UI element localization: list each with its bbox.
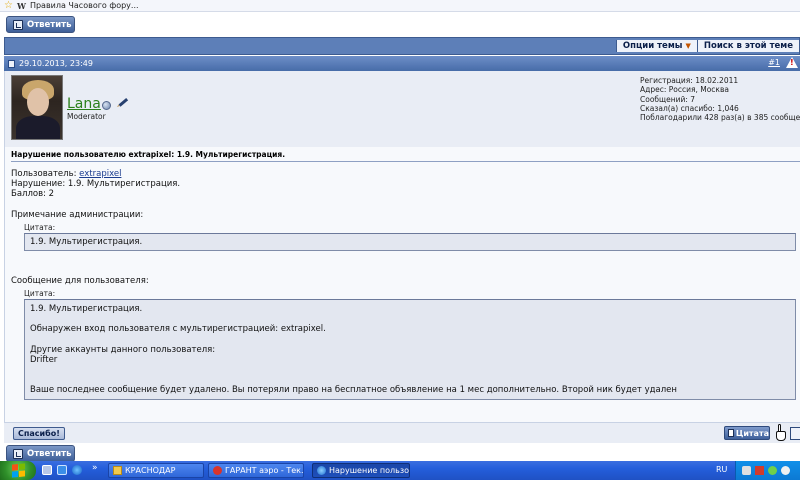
system-tray (735, 461, 800, 480)
post-date: 29.10.2013, 23:49 (19, 59, 93, 68)
start-button[interactable] (0, 461, 36, 480)
author-stat-thanks-given: Сказал(а) спасибо: 1,046 (640, 103, 739, 113)
update-icon[interactable] (768, 466, 777, 475)
favorite-link[interactable]: Правила Часового фору... (30, 1, 139, 10)
language-indicator[interactable]: RU (716, 465, 727, 474)
thanks-button[interactable]: Спасибо! (13, 427, 65, 440)
author-stats: Регистрация: 18.02.2011 Адрес: Россия, М… (640, 76, 800, 122)
internet-explorer-icon[interactable] (72, 465, 82, 475)
quote-button-label: Цитата (735, 428, 769, 438)
thread-search-label: Поиск в этой теме (703, 41, 793, 51)
ie-icon (317, 466, 326, 475)
author-username-link[interactable]: Lana (67, 96, 101, 112)
taskbar-item-garant[interactable]: ГАРАНТ аэро - Тек... (208, 463, 304, 478)
thread-search-menu[interactable]: Поиск в этой теме (696, 40, 799, 52)
post-number-link[interactable]: #1 (768, 58, 780, 67)
reply-icon (13, 19, 23, 30)
site-favicon-icon: W (16, 0, 26, 11)
user-prefix: Пользователь: (11, 169, 80, 179)
avatar[interactable] (11, 75, 63, 140)
post-title: Нарушение пользователю extrapixel: 1.9. … (11, 150, 286, 159)
quote-icon (728, 429, 734, 437)
author-stat-thanks-received: Поблагодарили 428 раз(а) в 385 сообщени (640, 113, 800, 123)
violator-user-link[interactable]: extrapixel (79, 169, 121, 179)
quote-button[interactable]: Цитата (724, 426, 770, 440)
favorites-bar: ☆ W Правила Часового фору... (0, 0, 800, 12)
admin-note-text: 1.9. Мультирегистрация. (30, 237, 143, 247)
quote-line: Другие аккаунты данного пользователя: (30, 345, 216, 355)
quote-line: 1.9. Мультирегистрация. (30, 304, 143, 314)
taskbar-item-label: Нарушение пользо... (329, 466, 410, 475)
post-header: 29.10.2013, 23:49 #1 (4, 56, 800, 71)
taskbar-item-folder[interactable]: КРАСНОДАР (108, 463, 204, 478)
windows-logo-icon (11, 463, 25, 478)
favorites-star-icon[interactable]: ☆ (4, 0, 13, 11)
taskbar-item-label: ГАРАНТ аэро - Тек... (225, 466, 304, 475)
offline-status-icon (102, 101, 111, 110)
reply-button-label: Ответить (27, 448, 72, 459)
dropdown-arrow-icon: ▼ (685, 42, 691, 50)
quote-label: Цитата: (24, 223, 56, 232)
quote-line: Ваше последнее сообщение будет удалено. … (30, 385, 677, 395)
post-status-icon (8, 59, 15, 68)
thread-tools-bar: Опции темы ▼ Поиск в этой теме (4, 37, 800, 55)
user-message-quote: 1.9. Мультирегистрация. Обнаружен вход п… (24, 299, 796, 400)
violation-points: Баллов: 2 (11, 189, 55, 199)
multiquote-icon[interactable] (790, 427, 800, 440)
reply-button-label: Ответить (27, 19, 72, 30)
reply-button-top[interactable]: Ответить (6, 16, 75, 33)
thread-options-menu[interactable]: Опции темы ▼ (615, 40, 697, 52)
volume-icon[interactable] (781, 466, 790, 475)
reply-button-bottom[interactable]: Ответить (6, 445, 75, 462)
post-footer: Спасибо! Цитата (4, 422, 800, 443)
post-author-info: Lana Moderator Регистрация: 18.02.2011 А… (4, 71, 800, 147)
reply-icon (13, 448, 23, 459)
thread-options-label: Опции темы (622, 41, 683, 51)
quote-label: Цитата: (24, 289, 56, 298)
title-divider (11, 161, 800, 162)
quote-line: Обнаружен вход пользователя с мультиреги… (30, 324, 326, 334)
post-body: Нарушение пользователю extrapixel: 1.9. … (4, 147, 800, 422)
author-stat-address: Адрес: Россия, Москва (640, 85, 729, 95)
author-stat-registration: Регистрация: 18.02.2011 (640, 76, 739, 85)
violation-rule: Нарушение: 1.9. Мультирегистрация. (11, 179, 181, 189)
taskbar: » КРАСНОДАР ГАРАНТ аэро - Тек... Нарушен… (0, 461, 800, 480)
admin-note-quote: 1.9. Мультирегистрация. (24, 233, 796, 251)
author-stat-posts: Сообщений: 7 (640, 94, 696, 104)
author-title: Moderator (67, 112, 106, 121)
folder-icon (113, 466, 122, 475)
report-warning-icon[interactable] (786, 57, 798, 68)
quick-launch-expand-icon[interactable]: » (92, 463, 98, 473)
quote-line: Drifter (30, 355, 58, 365)
hand-cursor-icon (774, 424, 788, 442)
violation-user-line: Пользователь: extrapixel (11, 169, 121, 179)
network-icon[interactable] (742, 466, 751, 475)
show-desktop-icon[interactable] (42, 465, 52, 475)
security-alert-icon[interactable] (755, 466, 764, 475)
taskbar-item-label: КРАСНОДАР (125, 466, 176, 475)
admin-note-label: Примечание администрации: (11, 210, 144, 220)
edit-pencil-icon[interactable] (116, 95, 130, 109)
media-player-icon[interactable] (57, 465, 67, 475)
user-message-label: Сообщение для пользователя: (11, 276, 149, 286)
app-icon (213, 466, 222, 475)
taskbar-item-browser[interactable]: Нарушение пользо... (312, 463, 410, 478)
